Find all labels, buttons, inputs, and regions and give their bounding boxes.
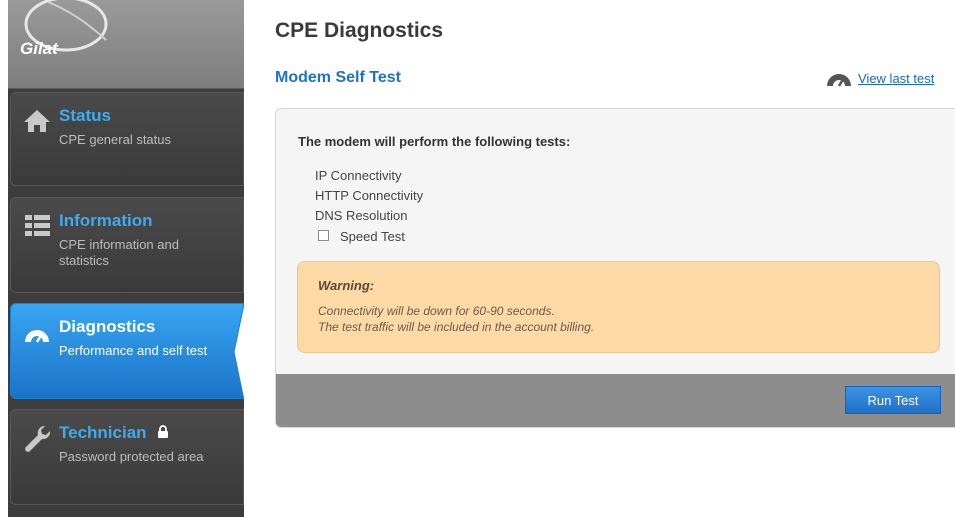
panel-footer: Run Test	[276, 374, 955, 427]
gilat-logo: Gilat	[20, 39, 58, 58]
sidebar-item-title: Information	[59, 211, 153, 230]
sidebar-item-information[interactable]: Information CPE information and statisti…	[10, 197, 244, 293]
gauge-icon	[827, 74, 851, 87]
warning-line: The test traffic will be included in the…	[318, 320, 595, 334]
wrench-icon	[25, 425, 51, 452]
sidebar-item-title: Technician	[59, 423, 169, 443]
section-title: Modem Self Test	[275, 69, 401, 86]
page-title: CPE Diagnostics	[275, 19, 444, 42]
speed-test-label[interactable]: Speed Test	[340, 229, 405, 244]
sidebar-item-title: Status	[59, 106, 111, 125]
sidebar-item-subtitle: CPE general status	[59, 132, 172, 147]
sidebar-item-subtitle: Performance and self test	[59, 343, 208, 358]
view-last-test-link[interactable]: View last test	[858, 71, 934, 86]
test-item: DNS Resolution	[315, 208, 408, 223]
home-icon	[24, 110, 50, 132]
sidebar-item-diagnostics[interactable]: Diagnostics Performance and self test	[10, 303, 244, 399]
sidebar-item-subtitle: Password protected area	[59, 449, 204, 464]
tests-intro: The modem will perform the following tes…	[298, 134, 571, 149]
sidebar-item-status[interactable]: Status CPE general status	[10, 92, 244, 186]
sidebar-item-technician[interactable]: Technician Password protected area	[10, 409, 244, 505]
list-icon	[25, 215, 50, 236]
speed-test-checkbox[interactable]	[318, 230, 329, 241]
warning-line: Connectivity will be down for 60-90 seco…	[318, 304, 555, 318]
sidebar-item-label: Technician	[59, 423, 147, 442]
sidebar-item-title: Diagnostics	[59, 317, 156, 336]
active-indicator-arrow	[233, 304, 244, 400]
test-item: IP Connectivity	[315, 168, 402, 183]
test-item: HTTP Connectivity	[315, 188, 424, 203]
gauge-icon	[25, 330, 49, 343]
sidebar-item-subtitle: CPE information and statistics	[59, 237, 179, 268]
self-test-panel: The modem will perform the following tes…	[275, 108, 955, 428]
warning-box: Warning: Connectivity will be down for 6…	[297, 261, 940, 353]
run-test-button[interactable]: Run Test	[845, 386, 941, 414]
warning-title: Warning:	[318, 278, 375, 293]
lock-icon	[158, 425, 169, 438]
logo-area: Gilat	[8, 0, 244, 89]
